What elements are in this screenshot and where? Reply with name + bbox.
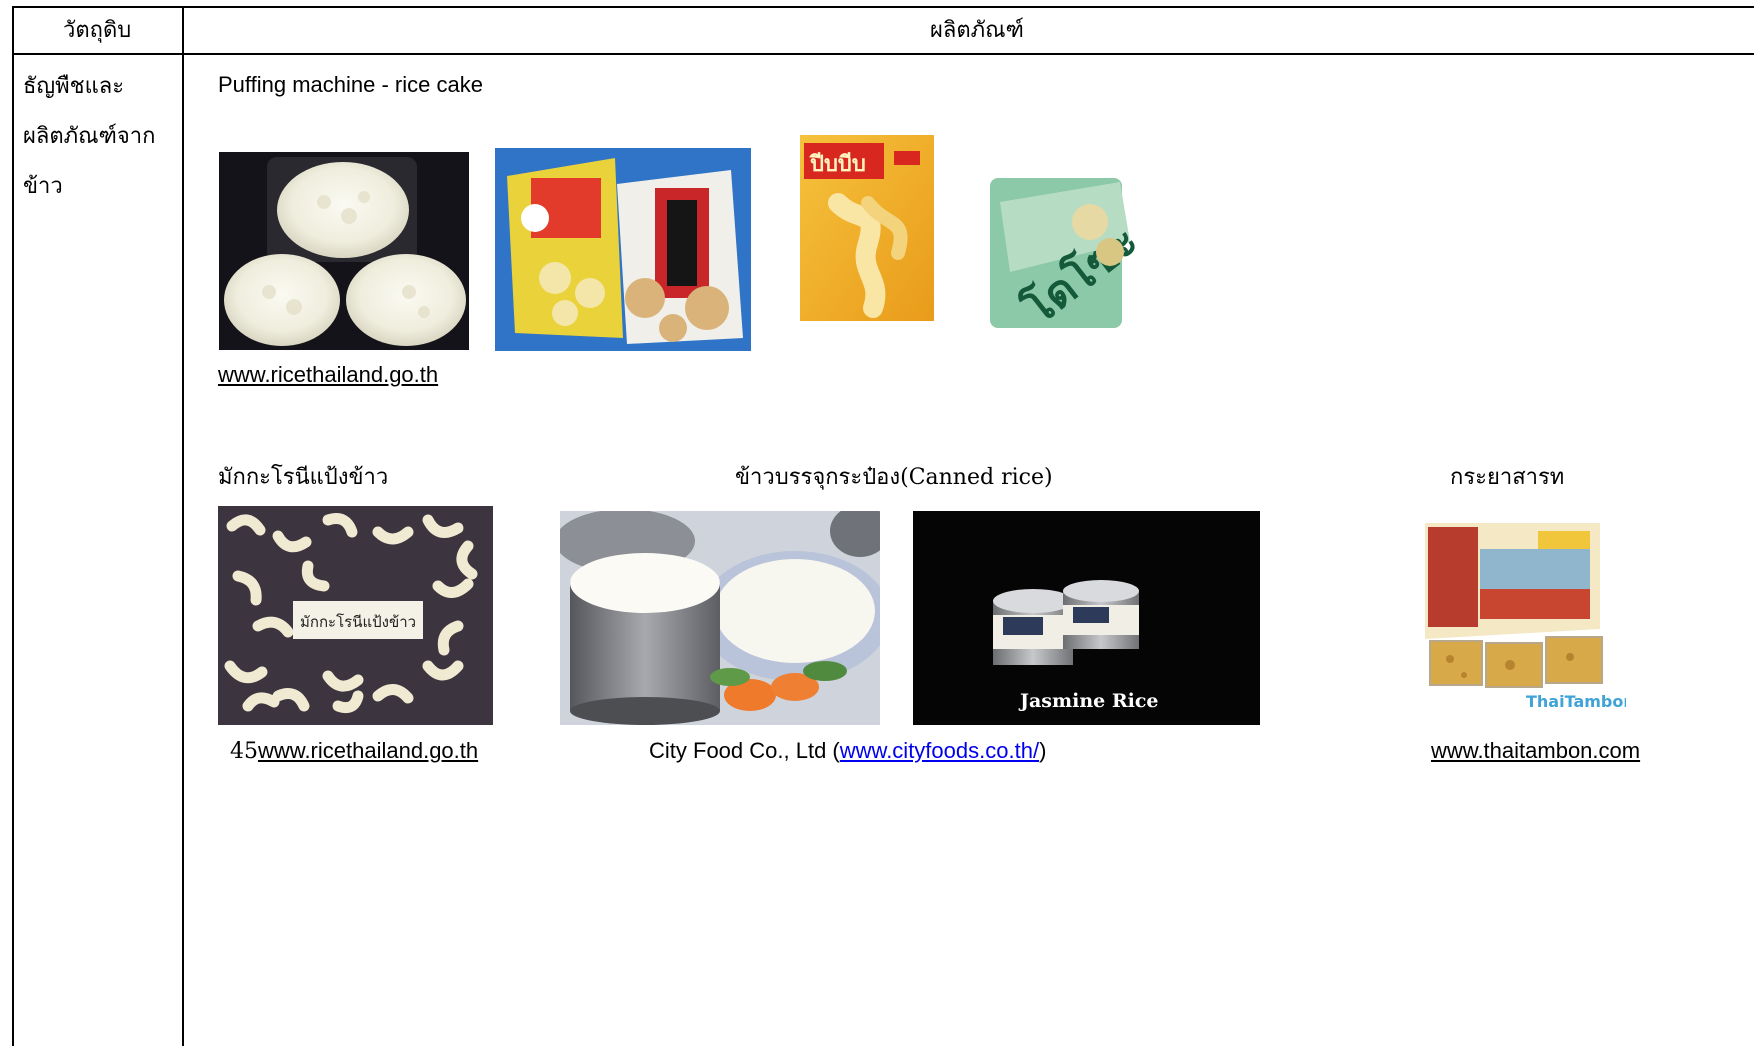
category-line-3: ข้าว [23,174,63,199]
macaroni-source: 45www.ricethailand.go.th [230,738,478,765]
canned-rice-source: City Food Co., Ltd (www.cityfoods.co.th/… [649,738,1046,764]
category-line-1: ธัญพืชและ [23,74,125,99]
peeb-beeb-package-photo: ปีบบีบ [798,133,936,323]
canned-rice-bowl-photo [560,511,880,725]
rice-cracker-package-photo [495,148,751,351]
rice-macaroni-photo: มักกะโรนีแป้งข้าว [218,506,493,725]
header-products: ผลิตภัณฑ์ [930,18,1024,43]
header-bottom-border [12,53,1754,55]
canned-source-suffix: ) [1039,738,1047,763]
table-top-border [12,6,1754,8]
canned-rice-title: ข้าวบรรจุกระป๋อง(Canned rice) [735,465,1053,490]
package-brand-text: ปีบบีบ [809,152,866,177]
jasmine-rice-cans-photo: Jasmine Rice [913,511,1260,725]
doso-package-photo: โดโซะ [980,172,1142,336]
macaroni-photo-label: มักกะโรนีแป้งข้าว [300,613,416,631]
krayasart-title: กระยาสารท [1450,465,1565,490]
source-link-thaitambon[interactable]: www.thaitambon.com [1431,738,1640,764]
jasmine-rice-caption: Jasmine Rice [1018,690,1159,712]
source-link-ricethailand-2[interactable]: www.ricethailand.go.th [258,738,478,763]
macaroni-source-prefix: 45 [230,739,258,764]
header-raw-material: วัตถุดิบ [63,18,132,43]
source-link-cityfoods[interactable]: www.cityfoods.co.th/ [840,738,1039,763]
column-divider [182,6,184,1046]
source-link-ricethailand[interactable]: www.ricethailand.go.th [218,362,438,388]
macaroni-title: มักกะโรนีแป้งข้าว [218,465,389,490]
canned-source-prefix: City Food Co., Ltd ( [649,738,840,763]
rice-cake-photo [219,152,469,350]
krayasart-package-photo: ThaiTambon [1420,519,1626,715]
category-line-2: ผลิตภัณฑ์จาก [23,124,156,149]
rice-cake-title: Puffing machine - rice cake [218,72,483,97]
thaitambon-watermark: ThaiTambon [1526,692,1626,711]
table-left-border [12,6,14,1046]
